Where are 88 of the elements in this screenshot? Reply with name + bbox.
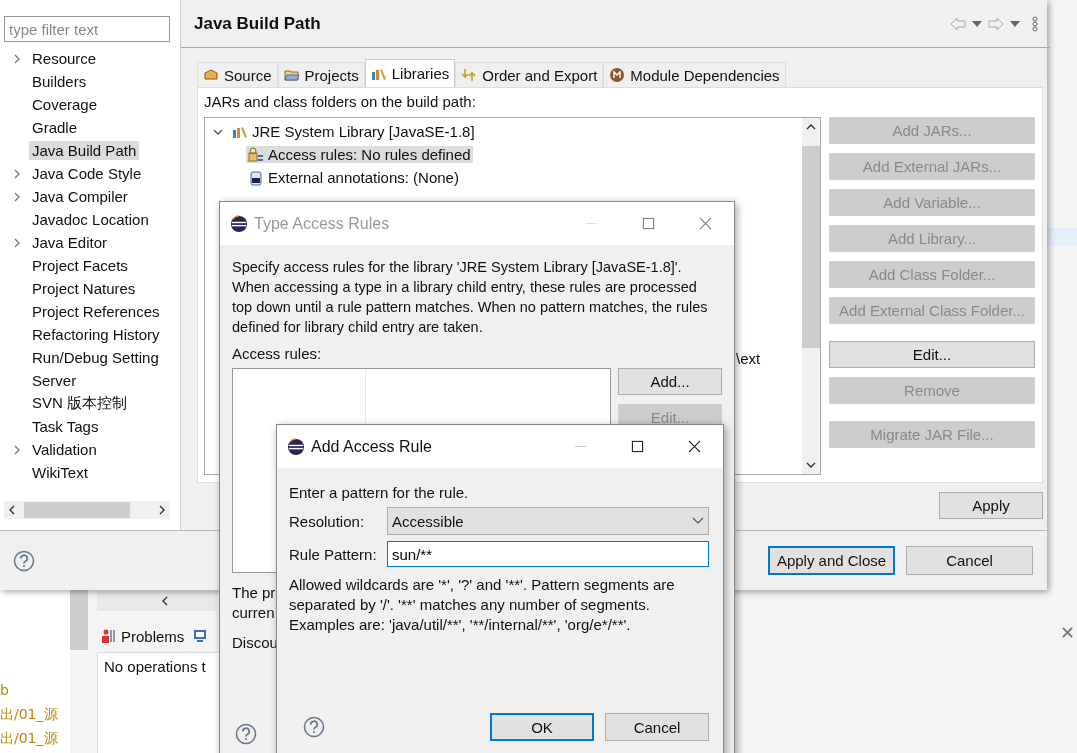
sidebar-item[interactable]: Java Compiler: [29, 187, 131, 206]
tree-item[interactable]: Access rules: No rules defined: [246, 146, 473, 163]
scroll-right-icon[interactable]: [157, 505, 167, 515]
scroll-left-icon[interactable]: [160, 596, 170, 606]
help-text: Allowed wildcards are '*', '?' and '**'. Pattern segments are separated by '/'. '**' matches any number of segments.: [289, 575, 676, 615]
scroll-thumb[interactable]: [24, 502, 130, 518]
sidebar-item[interactable]: Task Tags: [29, 417, 102, 436]
tab[interactable]: Source: [197, 62, 278, 87]
tree-item[interactable]: External annotations: (None): [246, 169, 461, 186]
app-logo-icon: [287, 437, 305, 456]
side-button[interactable]: Edit...: [829, 341, 1035, 368]
dialog-button[interactable]: OK: [490, 713, 594, 741]
sidebar-item[interactable]: Coverage: [29, 95, 101, 114]
sidebar-item[interactable]: Resource: [29, 49, 100, 68]
dialog-title: Add Access Rule: [311, 437, 433, 456]
prompt-text: Enter a pattern for the rule.: [289, 484, 470, 503]
resolution-dropdown[interactable]: Accessible: [387, 507, 709, 535]
sidebar-item[interactable]: Java Code Style: [29, 164, 145, 183]
view-tab[interactable]: Problems: [101, 627, 185, 645]
dropdown-caret-icon[interactable]: [972, 20, 982, 27]
list-button[interactable]: Add...: [618, 368, 722, 395]
section-caption: JARs and class folders on the build path:: [204, 93, 477, 112]
sidebar-item[interactable]: SVN 版本控制: [29, 393, 130, 414]
folder-icon: [283, 67, 300, 83]
maximize-icon[interactable]: [631, 440, 644, 453]
description-text: Specify access rules for the library 'JRE System Library [JavaSE-1.8]'. When accessing a type in a library child entry, these rules are processed top down until a rule pattern matches. When no pattern matches, the rules defined for library child entry are taken.: [232, 258, 709, 337]
scrollbar[interactable]: [70, 590, 88, 650]
apply-button[interactable]: Apply: [939, 492, 1043, 519]
dialog-title: Type Access Rules: [254, 214, 391, 233]
help-icon[interactable]: [235, 723, 257, 745]
filter-field[interactable]: type filter text: [4, 16, 170, 42]
more-icon[interactable]: [1032, 15, 1038, 32]
sidebar-item[interactable]: Server: [29, 371, 80, 390]
app-logo-icon: [230, 214, 248, 233]
scrollbar[interactable]: [802, 118, 820, 474]
field-label: Rule Pattern:: [289, 545, 378, 563]
page-title: Java Build Path: [194, 13, 321, 34]
list-label: Access rules:: [232, 345, 323, 364]
sidebar-item[interactable]: Project References: [29, 302, 163, 321]
help-text: Examples are: 'java/util/**', '**/internal/**', 'org/e*/**'.: [289, 615, 632, 635]
expand-chevron-icon[interactable]: [12, 191, 22, 202]
help-icon[interactable]: [13, 549, 35, 572]
scroll-up-icon[interactable]: [806, 122, 816, 132]
scrollbar[interactable]: [4, 501, 170, 519]
expand-chevron-icon[interactable]: [12, 168, 22, 179]
pattern-field[interactable]: sun/**: [387, 541, 709, 567]
scroll-thumb[interactable]: [802, 146, 820, 348]
scroll-left-icon[interactable]: [7, 505, 17, 515]
expand-chevron-icon[interactable]: [12, 53, 22, 64]
rules-icon: [248, 146, 264, 163]
help-icon[interactable]: [303, 716, 325, 738]
sidebar-item[interactable]: Java Editor: [29, 233, 111, 252]
dropdown-chevron-icon: [692, 517, 704, 525]
sidebar-item[interactable]: WikiText: [29, 463, 91, 482]
dialog-button[interactable]: Cancel: [605, 713, 709, 741]
scrollbar[interactable]: [97, 591, 217, 611]
sidebar-item[interactable]: Gradle: [29, 118, 81, 137]
sidebar-item[interactable]: Javadoc Location: [29, 210, 152, 229]
sidebar-item[interactable]: Builders: [29, 72, 90, 91]
close-icon[interactable]: [688, 440, 701, 453]
sidebar-item[interactable]: Refactoring History: [29, 325, 163, 344]
sidebar-item[interactable]: Validation: [29, 440, 100, 459]
package-icon: [203, 67, 219, 83]
scroll-down-icon[interactable]: [806, 460, 816, 470]
sidebar-item[interactable]: Project Facets: [29, 256, 131, 275]
jar-icon: [248, 169, 264, 186]
sidebar-item[interactable]: Project Natures: [29, 279, 139, 298]
arrows-icon: [461, 67, 478, 83]
dialog-button[interactable]: Apply and Close: [768, 546, 895, 575]
status-message: No operations t: [104, 658, 206, 675]
expand-chevron-icon[interactable]: [12, 237, 22, 248]
problems-icon: [101, 628, 117, 644]
tab[interactable]: Order and Export: [455, 62, 604, 87]
tree-item[interactable]: \ext: [736, 350, 761, 367]
note-text: The pr: [232, 583, 276, 603]
console-icon[interactable]: [192, 628, 209, 644]
module-icon: [609, 67, 626, 83]
dropdown-caret-icon[interactable]: [1010, 20, 1020, 27]
expand-chevron-icon[interactable]: [12, 444, 22, 455]
field-label: Resolution:: [289, 512, 366, 530]
tree-item[interactable]: JRE System Library [JavaSE-1.8]: [230, 123, 477, 140]
tab[interactable]: Module Dependencies: [603, 62, 786, 87]
tab[interactable]: Projects: [277, 62, 365, 87]
note-text: curren: [232, 603, 275, 623]
sidebar-item[interactable]: Run/Debug Setting: [29, 348, 162, 367]
sidebar-item[interactable]: Java Build Path: [29, 141, 140, 160]
dialog-button[interactable]: Cancel: [906, 546, 1033, 575]
tab[interactable]: Libraries: [364, 59, 456, 87]
